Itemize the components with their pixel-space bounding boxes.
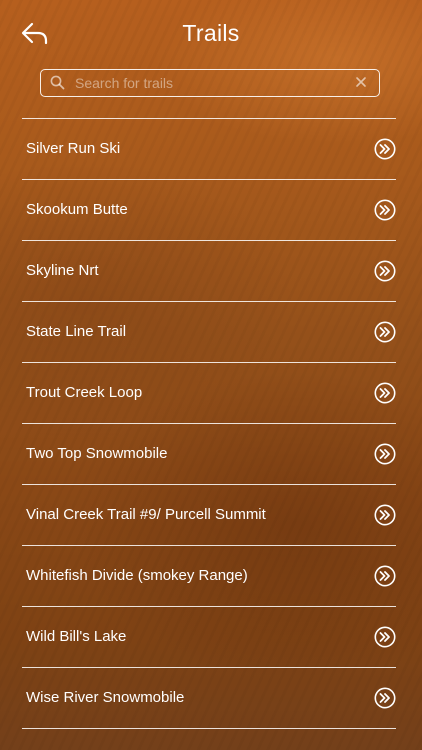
trail-name: Skyline Nrt — [26, 262, 99, 279]
list-item[interactable]: Wise River Snowmobile — [22, 668, 396, 729]
search-bar[interactable] — [40, 69, 380, 97]
trail-name: Wild Bill's Lake — [26, 628, 127, 645]
list-item[interactable]: Two Top Snowmobile — [22, 424, 396, 485]
double-chevron-right-icon[interactable] — [374, 260, 396, 282]
list-item[interactable]: Trout Creek Loop — [22, 363, 396, 424]
list-item[interactable]: Wild Bill's Lake — [22, 607, 396, 668]
trail-name: Vinal Creek Trail #9/ Purcell Summit — [26, 506, 266, 523]
double-chevron-right-icon[interactable] — [374, 199, 396, 221]
trail-name: Two Top Snowmobile — [26, 445, 168, 462]
trail-name: Wise River Snowmobile — [26, 689, 185, 706]
list-item[interactable]: Skookum Butte — [22, 180, 396, 241]
trail-list: Silver Run Ski Skookum Butte Skyline Nrt… — [22, 118, 396, 729]
double-chevron-right-icon[interactable] — [374, 138, 396, 160]
search-icon — [50, 75, 65, 90]
list-item[interactable]: Whitefish Divide (smokey Range) — [22, 546, 396, 607]
list-item[interactable]: Silver Run Ski — [22, 119, 396, 180]
search-input[interactable] — [75, 70, 345, 96]
double-chevron-right-icon[interactable] — [374, 321, 396, 343]
list-item[interactable]: Skyline Nrt — [22, 241, 396, 302]
page-title: Trails — [182, 20, 240, 46]
trail-name: Whitefish Divide (smokey Range) — [26, 567, 248, 584]
double-chevron-right-icon[interactable] — [374, 443, 396, 465]
list-item[interactable]: State Line Trail — [22, 302, 396, 363]
double-chevron-right-icon[interactable] — [374, 565, 396, 587]
navigation-bar: Trails — [0, 0, 422, 64]
double-chevron-right-icon[interactable] — [374, 687, 396, 709]
clear-icon[interactable] — [355, 76, 367, 88]
trail-name: State Line Trail — [26, 323, 127, 340]
list-item[interactable]: Vinal Creek Trail #9/ Purcell Summit — [22, 485, 396, 546]
double-chevron-right-icon[interactable] — [374, 626, 396, 648]
double-chevron-right-icon[interactable] — [374, 504, 396, 526]
double-chevron-right-icon[interactable] — [374, 382, 396, 404]
trail-name: Trout Creek Loop — [26, 384, 143, 401]
trail-name: Silver Run Ski — [26, 140, 121, 157]
trail-name: Skookum Butte — [26, 201, 128, 218]
